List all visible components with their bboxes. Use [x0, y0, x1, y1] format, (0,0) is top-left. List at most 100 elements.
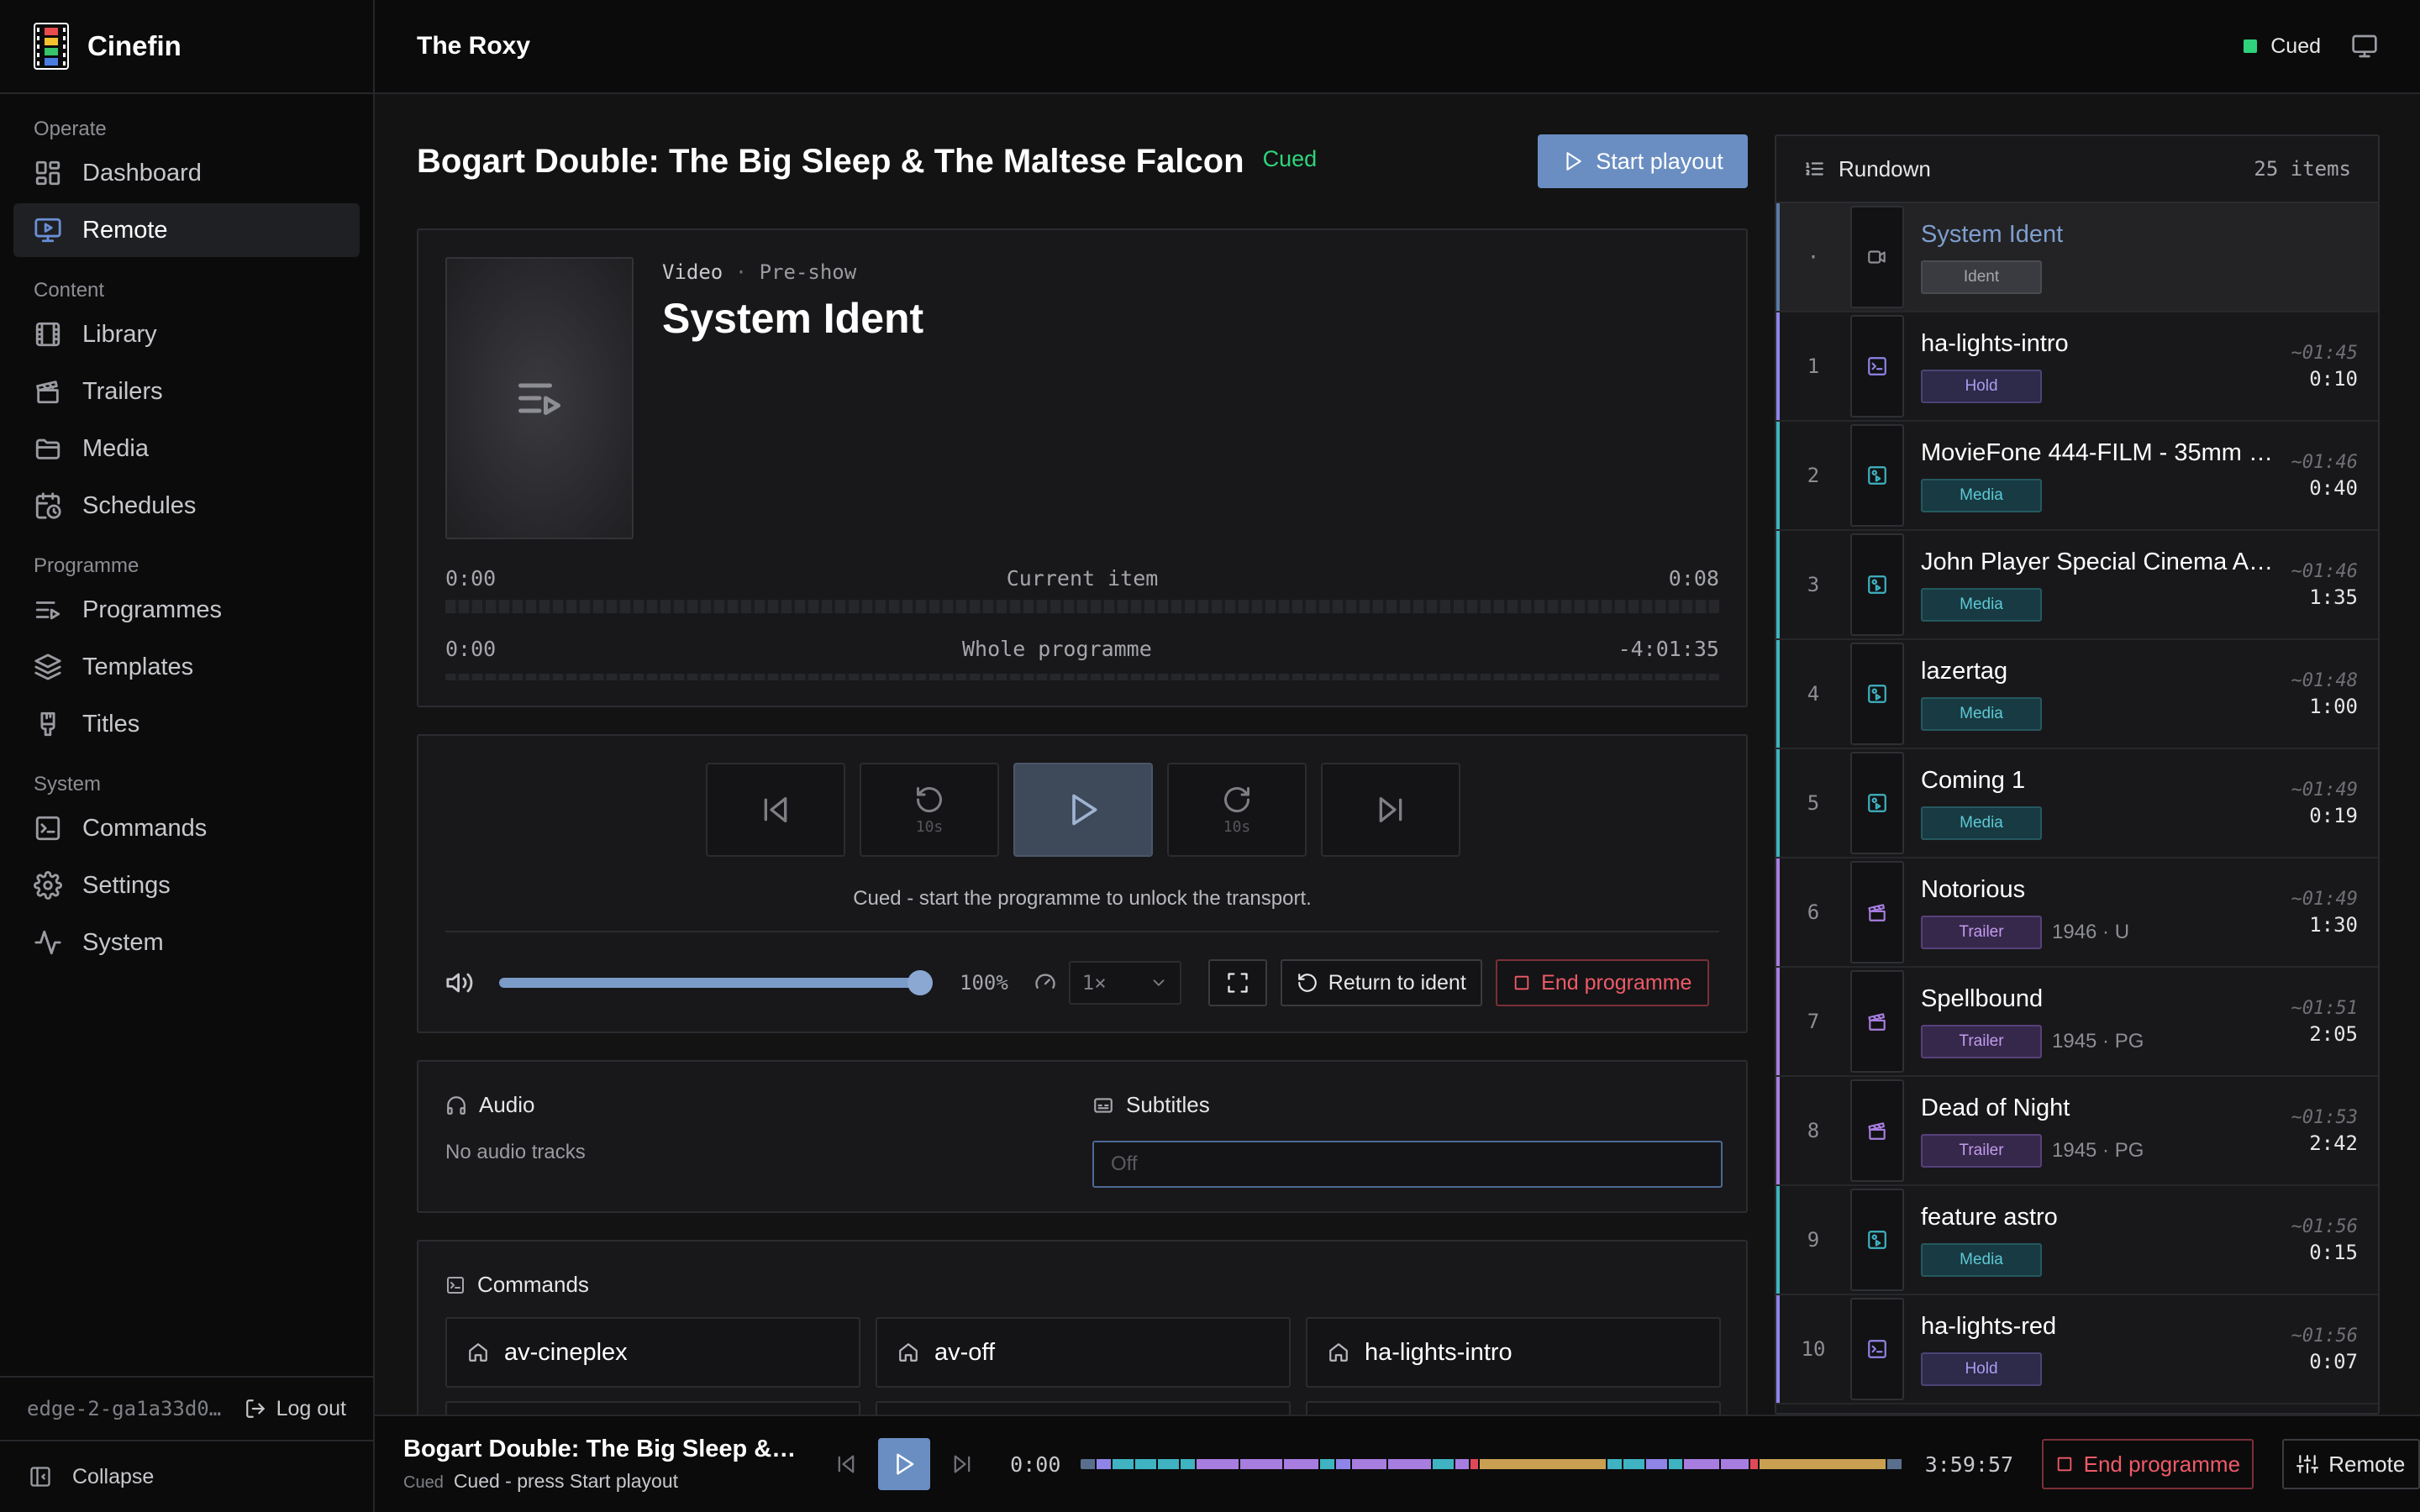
- rundown-item-accent: [1776, 968, 1780, 1075]
- mini-play-button[interactable]: [878, 1438, 930, 1490]
- rundown-item[interactable]: 2 MovieFone 444-FILM - 35mm - … Media ~01:4…: [1776, 422, 2378, 531]
- audio-subtitles-panel: Audio No audio tracks Subtitles Off: [417, 1060, 1748, 1213]
- mini-end-programme-button[interactable]: End programme: [2042, 1439, 2254, 1489]
- sidebar-item-remote[interactable]: Remote: [13, 203, 360, 257]
- command-button-av-off[interactable]: av-off: [876, 1317, 1291, 1388]
- next-button[interactable]: [1321, 763, 1460, 857]
- sidebar-item-label: Remote: [82, 216, 168, 244]
- return-to-ident-button[interactable]: Return to ident: [1280, 959, 1482, 1006]
- sidebar-item-system[interactable]: System: [13, 916, 360, 969]
- command-button-av-cineplex[interactable]: av-cineplex: [445, 1317, 860, 1388]
- rundown-item-tag: Trailer: [1921, 1024, 2042, 1058]
- sidebar-item-settings[interactable]: Settings: [13, 858, 360, 912]
- rundown-item-eta: ~01:49: [2291, 779, 2358, 801]
- gear-icon: [34, 871, 62, 900]
- rundown-item-name: feature astro: [1921, 1203, 2058, 1231]
- sidebar-item-label: Dashboard: [82, 159, 202, 186]
- command-button-ha-lights-intro[interactable]: ha-lights-intro: [1306, 1317, 1721, 1388]
- mini-timeline[interactable]: [1081, 1459, 1902, 1469]
- display-button[interactable]: [2351, 33, 2378, 60]
- sidebar-item-label: Settings: [82, 871, 171, 899]
- rundown-item[interactable]: 7 Spellbound Trailer 1945 · PG ~01:51 2:05: [1776, 968, 2378, 1077]
- commands-heading: Commands: [445, 1272, 589, 1298]
- subtitles-select[interactable]: Off: [1092, 1141, 1723, 1188]
- nav-section-operate: Operate: [34, 118, 107, 140]
- rewind-10s-button[interactable]: 10s: [860, 763, 999, 857]
- sidebar-item-library[interactable]: Library: [13, 307, 360, 361]
- timeline-segment: [1645, 1459, 1667, 1469]
- rundown-item-thumb: [1850, 1189, 1904, 1291]
- end-programme-button[interactable]: End programme: [1495, 959, 1709, 1006]
- speed-select[interactable]: 1×: [1068, 961, 1181, 1005]
- monitor-icon: [2352, 34, 2377, 58]
- timeline-segment: [1320, 1459, 1335, 1469]
- sidebar-item-templates[interactable]: Templates: [13, 640, 360, 694]
- start-playout-button[interactable]: Start playout: [1538, 134, 1748, 188]
- rundown-item[interactable]: 1 ha-lights-intro Hold ~01:45 0:10: [1776, 312, 2378, 422]
- volume-slider[interactable]: [499, 970, 933, 995]
- play-button[interactable]: [1013, 763, 1153, 857]
- return-to-ident-label: Return to ident: [1328, 970, 1466, 995]
- sidebar-item-commands[interactable]: Commands: [13, 801, 360, 855]
- sidebar-item-media[interactable]: Media: [13, 422, 360, 475]
- terminal-icon: [447, 1276, 464, 1294]
- app-name: Cinefin: [87, 30, 182, 61]
- sidebar-item-schedules[interactable]: Schedules: [13, 479, 360, 533]
- sidebar-item-dashboard[interactable]: Dashboard: [13, 146, 360, 200]
- rundown-item-thumb: [1850, 752, 1904, 854]
- fullscreen-button[interactable]: [1207, 959, 1267, 1006]
- nav-section-system: System: [34, 773, 102, 795]
- rundown-item-number: 7: [1807, 1010, 1820, 1033]
- sidebar-item-trailers[interactable]: Trailers: [13, 365, 360, 418]
- remote-button[interactable]: Remote: [2281, 1439, 2420, 1489]
- transport-message: Cued - start the programme to unlock the…: [853, 887, 1312, 910]
- logo-icon: [34, 23, 69, 70]
- timeline-segment: [1336, 1459, 1350, 1469]
- folder-icon: [35, 438, 60, 459]
- rundown-item[interactable]: 6 Notorious Trailer 1946 · U ~01:49 1:30: [1776, 858, 2378, 968]
- rundown-item[interactable]: 5 Coming 1 Media ~01:49 0:19: [1776, 749, 2378, 858]
- rundown-item[interactable]: 3 John Player Special Cinema Ad… Media ~01:…: [1776, 531, 2378, 640]
- current-item-timeline-labels: 0:00 Current item 0:08: [445, 566, 1719, 591]
- rundown-item[interactable]: 8 Dead of Night Trailer 1945 · PG ~01:53 2:42: [1776, 1077, 2378, 1186]
- end-programme-label: End programme: [1541, 970, 1692, 995]
- playlist-icon: [35, 601, 60, 620]
- sidebar: Cinefin Operate Dashboard Remote Content Lib…: [0, 0, 375, 1512]
- commands-panel: Commands av-cineplex av-off ha-lights-intr…: [417, 1240, 1748, 1441]
- sidebar-item-titles[interactable]: Titles: [13, 697, 360, 751]
- brand[interactable]: Cinefin: [0, 0, 373, 94]
- fullscreen-icon: [1228, 973, 1248, 993]
- rundown-item-number: ·: [1807, 245, 1820, 269]
- mini-next-button[interactable]: [937, 1438, 988, 1490]
- logout-button[interactable]: Log out: [245, 1397, 346, 1421]
- mini-player-hint: Cued - press Start playout: [453, 1470, 678, 1492]
- timeline-segment: [1081, 1459, 1096, 1469]
- clapper-icon: [1868, 1122, 1886, 1140]
- commands-label: Commands: [477, 1272, 589, 1297]
- rundown-item-duration: 0:07: [2309, 1349, 2358, 1373]
- rundown-item-thumb: [1850, 533, 1904, 636]
- whole-programme-timeline[interactable]: [445, 674, 1719, 680]
- forward-10s-button[interactable]: 10s: [1167, 763, 1307, 857]
- previous-button[interactable]: [706, 763, 845, 857]
- rundown-item-duration: 1:00: [2309, 694, 2358, 718]
- rundown-header: Rundown 25 items: [1776, 136, 2378, 203]
- rundown-item[interactable]: 4 lazertag Media ~01:48 1:00: [1776, 640, 2378, 749]
- rundown-item-eta: ~01:53: [2291, 1106, 2358, 1128]
- main: Bogart Double: The Big Sleep & The Malte…: [417, 94, 1748, 1441]
- sidebar-item-programmes[interactable]: Programmes: [13, 583, 360, 637]
- timeline-segment: [1750, 1459, 1758, 1469]
- volume-slider-handle[interactable]: [908, 970, 933, 995]
- mini-previous-button[interactable]: [820, 1438, 871, 1490]
- play-icon: [1566, 152, 1581, 171]
- rundown-item[interactable]: 10 ha-lights-red Hold ~01:56 0:07: [1776, 1295, 2378, 1404]
- media-icon: [1868, 466, 1886, 485]
- rundown-item[interactable]: 9 feature astro Media ~01:56 0:15: [1776, 1186, 2378, 1295]
- subtitles-label: Subtitles: [1126, 1092, 1210, 1117]
- collapse-button[interactable]: Collapse: [0, 1441, 373, 1512]
- rundown-item[interactable]: · System Ident Ident: [1776, 203, 2378, 312]
- volume-button[interactable]: [445, 969, 474, 997]
- rundown-item-number: 4: [1807, 682, 1820, 706]
- rundown-item-eta: ~01:46: [2291, 451, 2358, 473]
- current-item-timeline[interactable]: [445, 600, 1719, 613]
